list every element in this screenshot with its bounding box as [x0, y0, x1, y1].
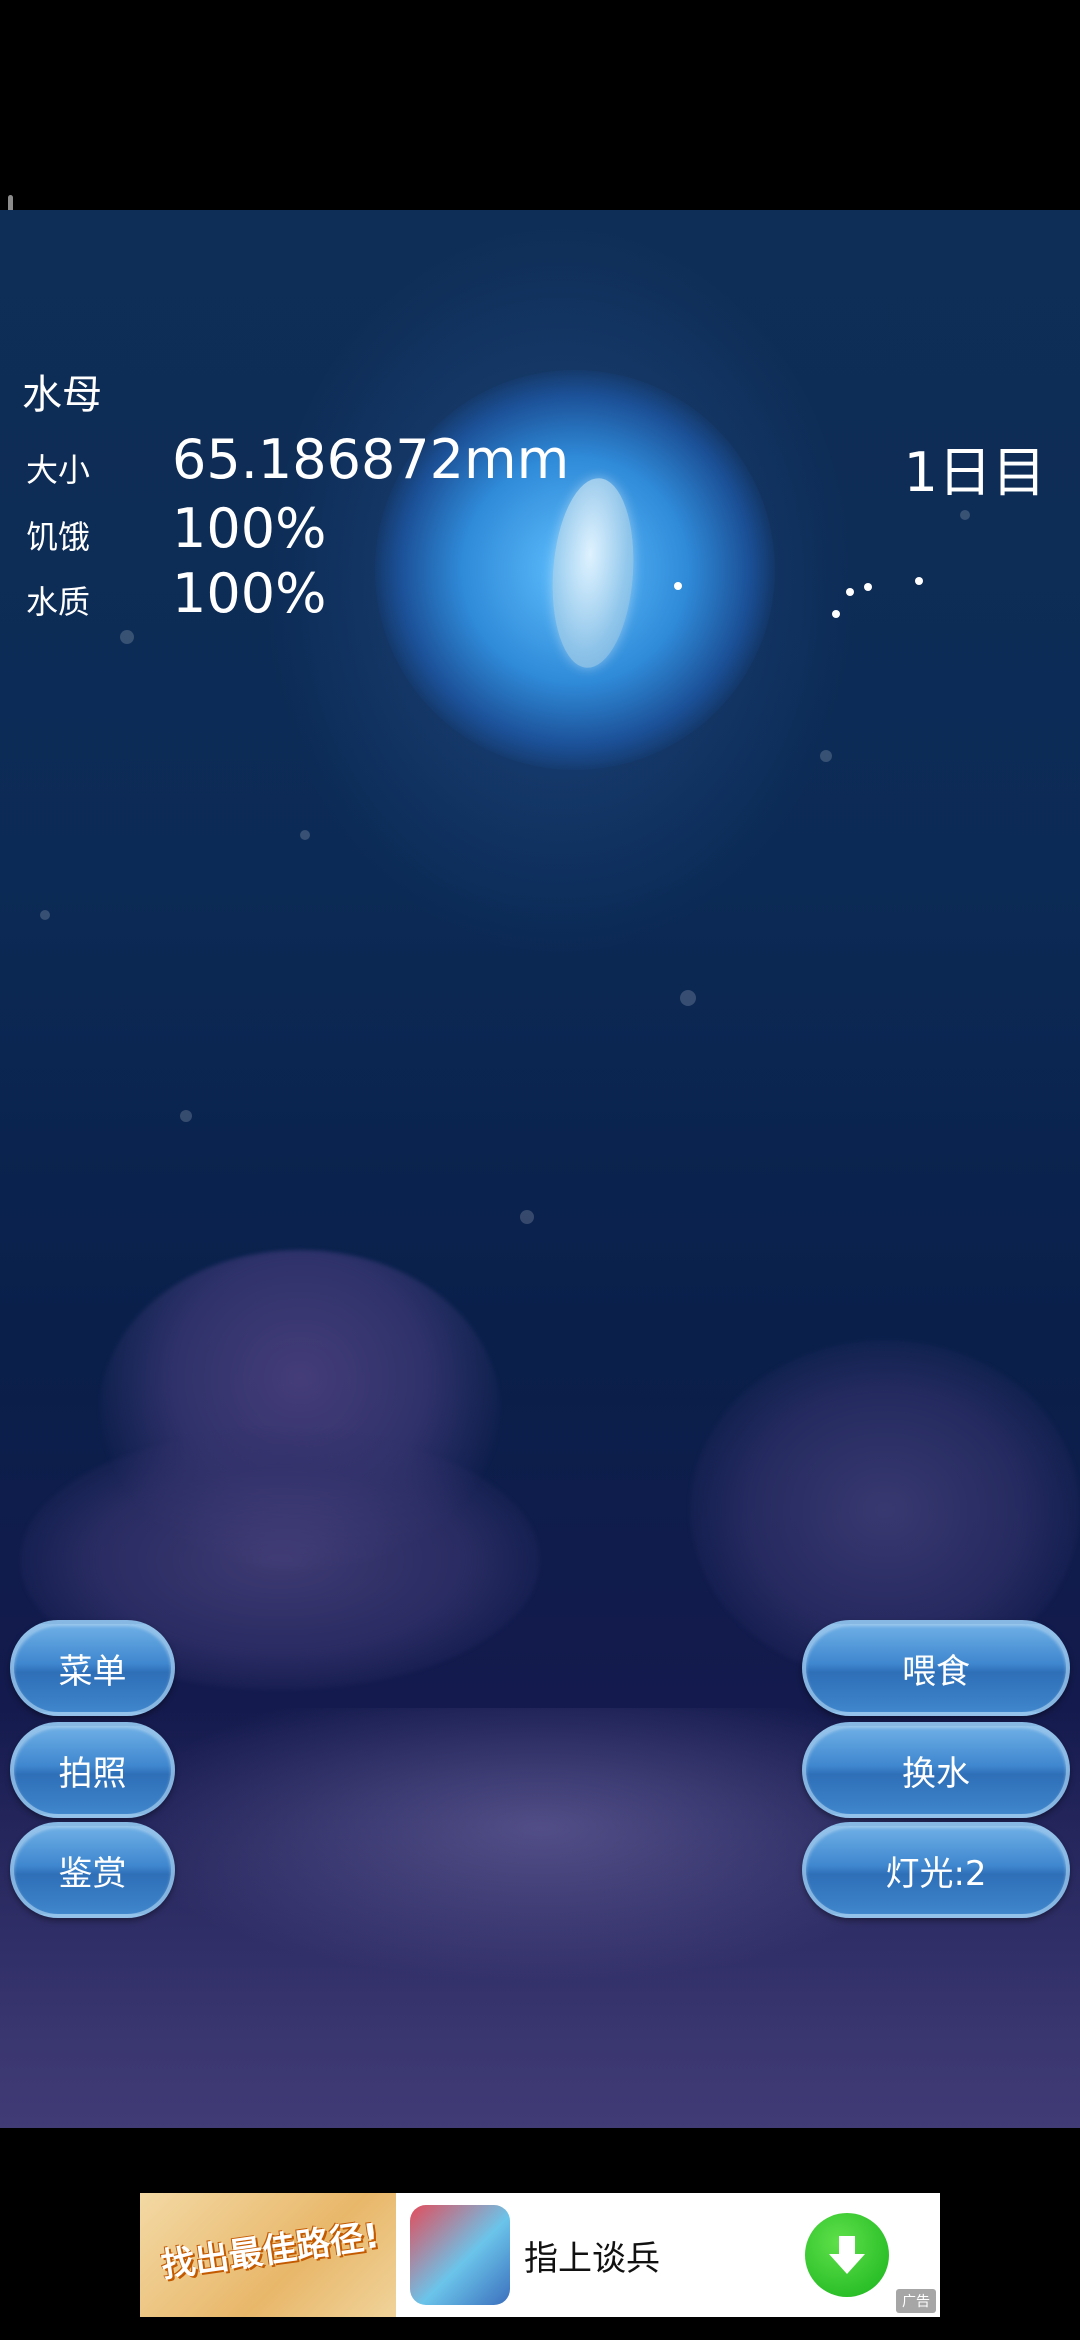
- water-quality-value: 100%: [172, 562, 327, 625]
- ad-thumbnail[interactable]: 找出最佳路径!: [140, 2193, 396, 2317]
- food-particle: [864, 583, 872, 591]
- ad-label: 广告: [896, 2289, 936, 2313]
- download-arrow-icon: [829, 2236, 865, 2274]
- size-label: 大小: [26, 451, 91, 489]
- change-water-button[interactable]: 换水: [802, 1722, 1070, 1818]
- menu-button[interactable]: 菜单: [10, 1620, 175, 1716]
- food-particle: [846, 588, 854, 596]
- creature-title: 水母: [22, 372, 102, 418]
- hunger-value: 100%: [172, 497, 327, 560]
- ad-banner[interactable]: 找出最佳路径! 指上谈兵 广告: [140, 2193, 940, 2317]
- day-counter: 1日目: [903, 441, 1046, 504]
- size-value: 65.186872mm: [172, 428, 570, 491]
- bubble: [680, 990, 696, 1006]
- download-button[interactable]: [805, 2213, 889, 2297]
- feed-button[interactable]: 喂食: [802, 1620, 1070, 1716]
- app-icon[interactable]: [410, 2205, 510, 2305]
- bubble: [300, 830, 310, 840]
- bubble: [960, 510, 970, 520]
- ad-app-name[interactable]: 指上谈兵: [524, 2231, 660, 2280]
- food-particle: [674, 582, 682, 590]
- water-quality-label: 水质: [26, 583, 91, 621]
- bubble: [40, 910, 50, 920]
- ad-banner-text: 找出最佳路径!: [158, 2215, 382, 2287]
- hunger-label: 饥饿: [26, 518, 91, 556]
- photo-button[interactable]: 拍照: [10, 1722, 175, 1818]
- bubble: [120, 630, 134, 644]
- food-particle: [915, 577, 923, 585]
- bubble: [820, 750, 832, 762]
- bubble: [180, 1110, 192, 1122]
- light-button[interactable]: 灯光:2: [802, 1822, 1070, 1918]
- appreciate-button[interactable]: 鉴赏: [10, 1822, 175, 1918]
- food-particle: [832, 610, 840, 618]
- bubble: [520, 1210, 534, 1224]
